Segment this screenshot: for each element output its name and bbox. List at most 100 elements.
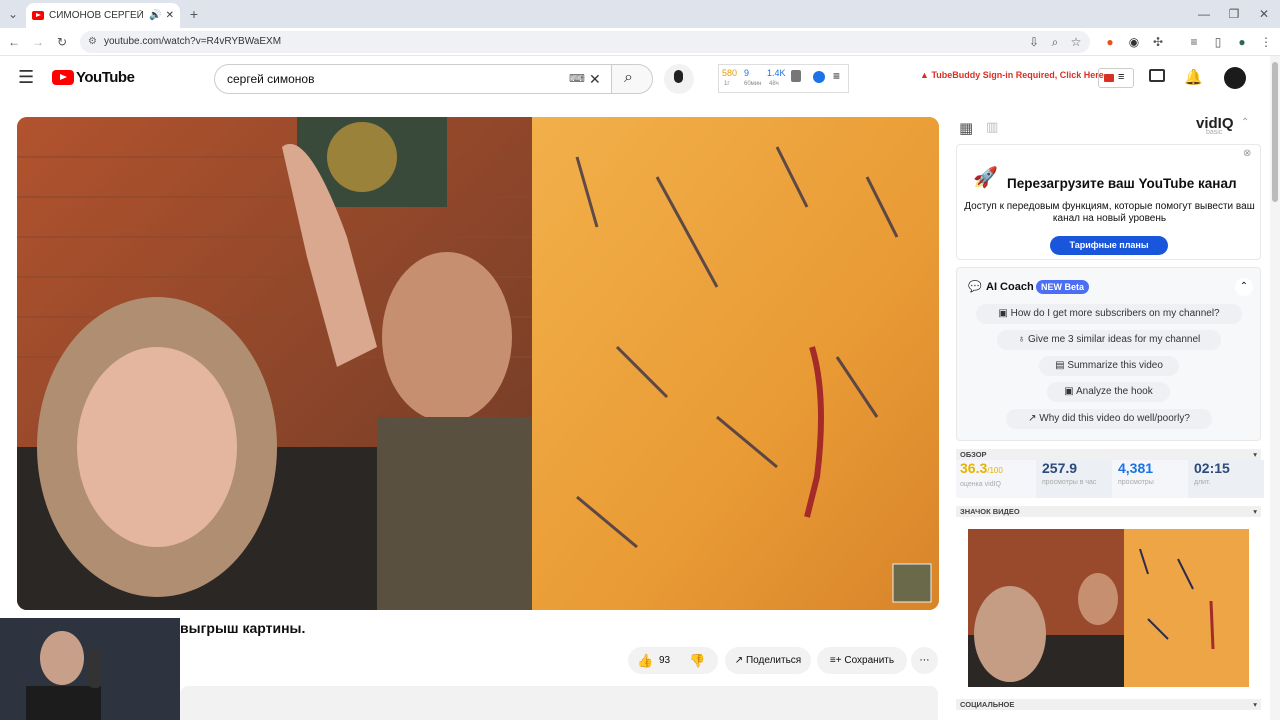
thumbnail-section-header[interactable]: ЗНАЧОК ВИДЕО ▾ — [956, 506, 1261, 517]
extension-circle-icon[interactable]: ◉ — [1126, 35, 1142, 49]
video-frame — [17, 117, 939, 610]
save-icon: ≡+ — [829, 655, 842, 666]
youtube-logo[interactable]: YouTube — [52, 69, 135, 86]
browser-tab-bar: ⌄ СИМОНОВ СЕРГЕЙ - розы 🔊 ✕ + — ❐ ✕ — [0, 0, 1280, 28]
minimize-icon[interactable]: — — [1196, 7, 1212, 21]
address-bar[interactable]: ⚙ youtube.com/watch?v=R4vRYBWaEXM — [80, 31, 1090, 53]
reload-icon[interactable]: ↻ — [54, 35, 70, 49]
more-actions-button[interactable]: ⋯ — [911, 647, 938, 674]
tubebuddy-stats[interactable]: 580 1г 9 60мин 1.4K 48ч ≡ — [718, 64, 849, 93]
voice-search-button[interactable] — [664, 64, 694, 94]
extension-fire-icon[interactable]: ● — [1102, 35, 1118, 49]
tb-stat-c: 1.4K — [767, 68, 786, 78]
collapse-panel-icon[interactable]: ⌃ — [1241, 117, 1249, 128]
bookmark-star-icon[interactable]: ☆ — [1068, 35, 1084, 49]
document-icon: ▤ — [1055, 360, 1065, 371]
tb-stat-a-sub: 1г — [724, 81, 730, 87]
tb-stat-c-sub: 48ч — [769, 81, 779, 87]
tb-menu-icon[interactable]: ≡ — [833, 69, 840, 83]
social-section-header[interactable]: СОЦИАЛЬНОЕ ▾ — [956, 699, 1261, 710]
promo-title: Перезагрузите ваш YouTube канал — [1007, 176, 1237, 191]
dislike-icon[interactable]: 👎 — [689, 647, 705, 674]
tubebuddy-menu-button[interactable]: ≡ — [1098, 68, 1134, 88]
back-icon[interactable]: ← — [6, 35, 22, 49]
scrollbar-thumb[interactable] — [1272, 62, 1278, 202]
tab-search-icon[interactable]: ⌄ — [5, 7, 21, 21]
save-button[interactable]: ≡+ Сохранить — [817, 647, 907, 674]
save-label: Сохранить — [844, 655, 895, 666]
overview-toggle-icon[interactable]: ▾ — [1253, 449, 1257, 460]
share-button[interactable]: ↗ Поделиться — [725, 647, 811, 674]
coach-question-4[interactable]: ▣ Analyze the hook — [1047, 382, 1170, 402]
like-dislike-group: 👍 93 👎 — [628, 647, 718, 674]
keyboard-icon[interactable]: ⌨ — [569, 65, 585, 93]
search-input-value: сергей симонов — [227, 72, 315, 86]
side-panel-icon[interactable]: ▯ — [1210, 35, 1226, 49]
vidiq-logo-sub: basic — [1206, 129, 1223, 136]
tb-stat-b: 9 — [744, 68, 750, 78]
coach-question-5[interactable]: ↗ Why did this video do well/poorly? — [1006, 409, 1212, 429]
coach-question-1[interactable]: ▣ How do I get more subscribers on my ch… — [976, 304, 1242, 324]
browser-tab[interactable]: СИМОНОВ СЕРГЕЙ - розы 🔊 ✕ — [26, 3, 180, 28]
clear-search-icon[interactable]: ✕ — [589, 65, 601, 93]
search-input[interactable]: сергей симонов ⌨ ✕ — [214, 64, 612, 94]
vph-stat: 257.9 просмотры в час — [1036, 460, 1112, 498]
tubebuddy-signin-link[interactable]: ▲ TubeBuddy Sign-in Required, Click Here — [920, 70, 1104, 80]
media-queue-icon[interactable]: ≡ — [1186, 35, 1202, 49]
video-thumbnail[interactable] — [968, 529, 1249, 687]
menu-lines-icon: ≡ — [1118, 71, 1125, 83]
youtube-logo-icon — [52, 70, 74, 85]
webcam-overlay — [0, 618, 180, 720]
close-tab-icon[interactable]: ✕ — [166, 10, 174, 21]
grid-view-icon[interactable]: ▦ — [959, 119, 973, 137]
vidiq-score-stat: 36.3/100 оценка vidIQ — [960, 460, 1036, 498]
video-player[interactable] — [17, 117, 939, 610]
zoom-icon[interactable]: ⌕ — [1047, 35, 1063, 49]
like-count[interactable]: 93 — [659, 647, 670, 674]
coach-question-3[interactable]: ▤ Summarize this video — [1039, 356, 1179, 376]
social-toggle-icon[interactable]: ▾ — [1253, 699, 1257, 710]
new-tab-icon[interactable]: + — [186, 7, 202, 21]
tubebuddy-icon — [1104, 74, 1114, 82]
close-window-icon[interactable]: ✕ — [1256, 7, 1272, 21]
tb-chart-icon[interactable] — [791, 70, 801, 82]
hamburger-menu-icon[interactable]: ☰ — [18, 68, 34, 86]
page-scrollbar[interactable] — [1270, 56, 1280, 720]
chart-view-icon[interactable]: ▥ — [986, 119, 998, 135]
search-button[interactable]: ⌕ — [611, 64, 653, 94]
create-video-icon[interactable] — [1149, 69, 1165, 82]
coach-question-2[interactable]: ♁ Give me 3 similar ideas for my channel — [997, 330, 1221, 350]
close-promo-icon[interactable]: ⊗ — [1243, 148, 1251, 159]
site-info-icon[interactable]: ⚙ — [88, 31, 97, 53]
vidiq-promo-card: ⊗ 🚀 Перезагрузите ваш YouTube канал Дост… — [956, 144, 1261, 260]
tubebuddy-warning-text: TubeBuddy Sign-in Required, Click Here — [931, 70, 1104, 80]
video-icon: ▣ — [998, 308, 1008, 319]
like-icon[interactable]: 👍 — [637, 647, 653, 674]
url-text: youtube.com/watch?v=R4vRYBWaEXM — [104, 36, 282, 47]
youtube-header: ☰ YouTube сергей симонов ⌨ ✕ ⌕ 580 1г 9 … — [0, 56, 1270, 102]
restore-icon[interactable]: ❐ — [1226, 7, 1242, 21]
profile-icon[interactable]: ● — [1234, 35, 1250, 49]
collapse-coach-icon[interactable]: ⌃ — [1235, 278, 1253, 296]
chrome-menu-icon[interactable]: ⋮ — [1258, 35, 1274, 49]
extensions-puzzle-icon[interactable]: ✣ — [1150, 35, 1166, 49]
speaker-icon[interactable]: 🔊 — [149, 10, 161, 21]
pricing-plans-button[interactable]: Тарифные планы — [1050, 236, 1168, 255]
avatar[interactable] — [1224, 67, 1246, 89]
warning-icon: ▲ — [920, 70, 929, 80]
install-icon[interactable]: ⇩ — [1026, 35, 1042, 49]
forward-icon[interactable]: → — [30, 35, 46, 49]
tb-logo-icon[interactable] — [813, 71, 825, 83]
thumbnail-toggle-icon[interactable]: ▾ — [1253, 506, 1257, 517]
vidiq-score: 36.3 — [960, 460, 988, 476]
coach-title: AI Coach — [986, 281, 1034, 293]
more-icon: ⋯ — [919, 655, 930, 666]
promo-text: Доступ к передовым функциям, которые пом… — [964, 201, 1255, 224]
description-box[interactable] — [180, 686, 938, 720]
youtube-favicon-icon — [32, 11, 44, 20]
rocket-icon: 🚀 — [973, 167, 998, 189]
share-icon: ↗ — [734, 655, 744, 666]
trend-icon: ↗ — [1028, 413, 1037, 424]
notifications-bell-icon[interactable]: 🔔 — [1184, 68, 1203, 86]
overview-section-header[interactable]: ОБЗОР ▾ — [956, 449, 1261, 460]
